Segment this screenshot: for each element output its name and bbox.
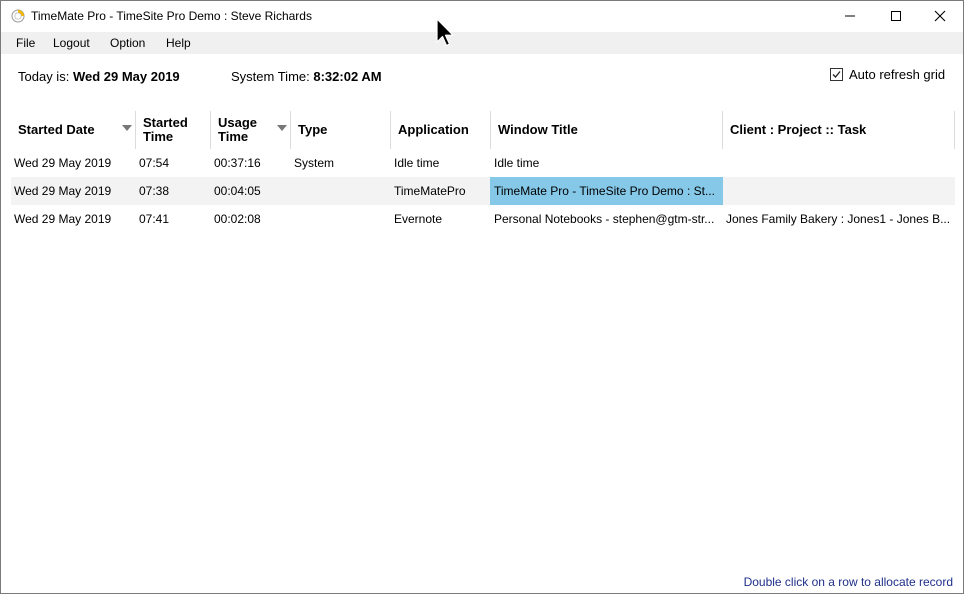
cell-usage-time: 00:02:08 <box>214 212 261 226</box>
close-icon <box>934 10 946 22</box>
cell-started-time: 07:54 <box>139 156 170 170</box>
column-header-client-project-task[interactable]: Client : Project :: Task <box>723 111 955 149</box>
column-header-label: Application <box>398 122 469 137</box>
table-row[interactable]: Wed 29 May 2019 07:38 00:04:05 TimeMateP… <box>11 177 955 205</box>
checkmark-icon <box>832 71 841 78</box>
column-header-started-time[interactable]: Started Time <box>136 111 211 149</box>
cell-started-time: 07:38 <box>139 184 170 198</box>
column-header-label: Window Title <box>498 122 578 137</box>
cell-window-title-selected[interactable]: TimeMate Pro - TimeSite Pro Demo : St... <box>490 177 723 205</box>
system-time-label: System Time: <box>231 69 310 84</box>
cell-type: System <box>294 156 335 170</box>
sort-arrow-icon <box>277 125 287 131</box>
cell-window-title: Personal Notebooks - stephen@gtm-str... <box>494 212 715 226</box>
today-label: Today is: <box>18 69 70 84</box>
column-header-label: Started Date <box>18 122 95 137</box>
app-window: TimeMate Pro - TimeSite Pro Demo : Steve… <box>0 0 964 594</box>
table-row[interactable]: Wed 29 May 2019 07:54 00:37:16 System Id… <box>11 149 955 177</box>
table-row[interactable]: Wed 29 May 2019 07:41 00:02:08 Evernote … <box>11 205 955 233</box>
column-header-type[interactable]: Type <box>291 111 391 149</box>
timemate-logo-icon <box>11 9 25 23</box>
column-header-label: Client : Project :: Task <box>730 122 867 137</box>
menu-file[interactable]: File <box>16 36 35 50</box>
cell-started-date: Wed 29 May 2019 <box>14 156 112 170</box>
column-header-label: Usage Time <box>218 115 258 144</box>
cell-application: TimeMatePro <box>394 184 466 198</box>
system-time-value: 8:32:02 AM <box>313 69 382 84</box>
cell-started-time: 07:41 <box>139 212 170 226</box>
minimize-button[interactable] <box>827 1 873 31</box>
checkbox-box[interactable] <box>830 68 843 81</box>
cell-client-project-task: Jones Family Bakery : Jones1 - Jones B..… <box>726 212 951 226</box>
menu-logout[interactable]: Logout <box>53 36 90 50</box>
menu-bar: File Logout Option Help <box>1 32 963 54</box>
close-button[interactable] <box>917 1 963 31</box>
system-time-info: System Time: 8:32:02 AM <box>231 69 382 84</box>
maximize-icon <box>891 11 901 21</box>
mouse-pointer-icon <box>436 18 454 51</box>
menu-option[interactable]: Option <box>110 36 145 50</box>
auto-refresh-checkbox[interactable]: Auto refresh grid <box>830 67 945 82</box>
maximize-button[interactable] <box>873 1 919 31</box>
auto-refresh-label: Auto refresh grid <box>849 67 946 82</box>
menu-help[interactable]: Help <box>166 36 191 50</box>
cell-application: Evernote <box>394 212 443 226</box>
column-header-label: Started Time <box>143 115 188 144</box>
cell-started-date: Wed 29 May 2019 <box>14 184 112 198</box>
window-title: TimeMate Pro - TimeSite Pro Demo : Steve… <box>31 9 312 23</box>
cell-window-title: Idle time <box>494 156 540 170</box>
today-info: Today is: Wed 29 May 2019 <box>18 69 180 84</box>
sort-arrow-icon <box>122 125 132 131</box>
column-header-application[interactable]: Application <box>391 111 491 149</box>
allocate-hint: Double click on a row to allocate record <box>743 575 953 589</box>
title-bar[interactable]: TimeMate Pro - TimeSite Pro Demo : Steve… <box>1 1 963 31</box>
minimize-icon <box>845 15 855 17</box>
cell-usage-time: 00:37:16 <box>214 156 261 170</box>
column-header-started-date[interactable]: Started Date <box>11 111 136 149</box>
today-value: Wed 29 May 2019 <box>72 69 180 84</box>
cell-started-date: Wed 29 May 2019 <box>14 212 112 226</box>
column-header-window-title[interactable]: Window Title <box>491 111 723 149</box>
cell-usage-time: 00:04:05 <box>214 184 261 198</box>
cell-application: Idle time <box>394 156 440 170</box>
column-header-label: Type <box>298 122 328 137</box>
column-header-usage-time[interactable]: Usage Time <box>211 111 291 149</box>
